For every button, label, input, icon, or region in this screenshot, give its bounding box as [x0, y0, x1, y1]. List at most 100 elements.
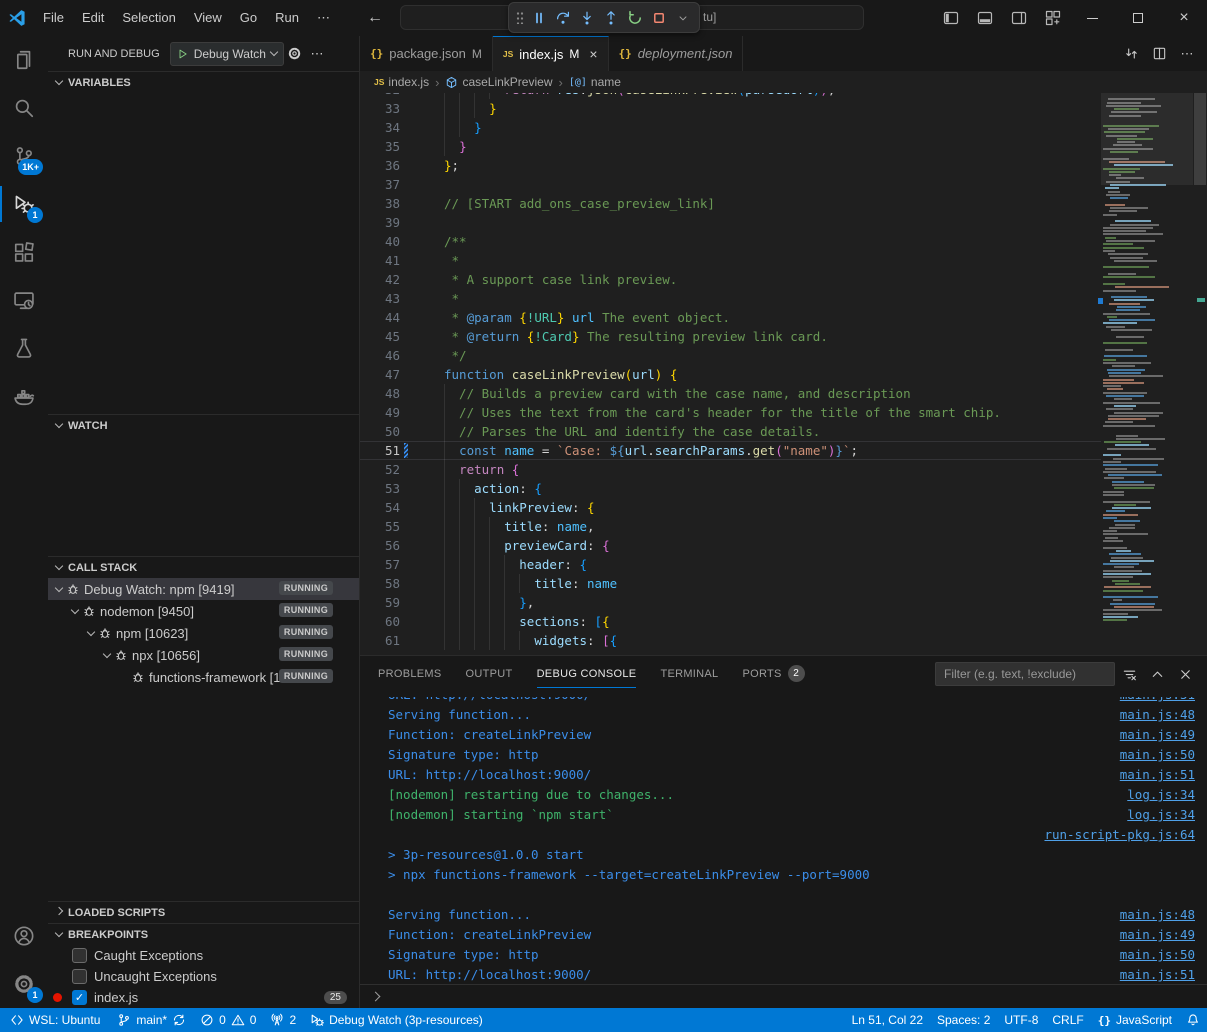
callstack-session[interactable]: npx [10656]RUNNING — [48, 644, 359, 666]
activity-docker[interactable] — [0, 372, 48, 420]
line-number[interactable]: 49 — [360, 403, 400, 422]
code-line-40[interactable]: 40/** — [360, 232, 1101, 251]
notifications[interactable] — [1179, 1008, 1207, 1032]
call-stack-section-header[interactable]: CALL STACK — [48, 556, 359, 578]
console-source-link[interactable]: log.js:34 — [1127, 785, 1195, 805]
code-line-49[interactable]: 49 // Uses the text from the card's head… — [360, 403, 1101, 422]
breakpoint-checkbox[interactable] — [72, 969, 87, 984]
breadcrumb-item-index.js[interactable]: JSindex.js — [374, 75, 429, 89]
stop-dropdown-button[interactable] — [671, 5, 695, 30]
code-line-41[interactable]: 41 * — [360, 251, 1101, 270]
customize-layout-icon[interactable] — [1039, 5, 1067, 31]
line-number[interactable]: 55 — [360, 517, 400, 536]
code-line-50[interactable]: 50 // Parses the URL and identify the ca… — [360, 422, 1101, 441]
code-line-55[interactable]: 55 title: name, — [360, 517, 1101, 536]
code-line-47[interactable]: 47function caseLinkPreview(url) { — [360, 365, 1101, 384]
variables-section-header[interactable]: VARIABLES — [48, 71, 359, 93]
line-number[interactable]: 34 — [360, 118, 400, 137]
maximize-button[interactable] — [1115, 0, 1161, 36]
line-number[interactable]: 39 — [360, 213, 400, 232]
line-number[interactable]: 35 — [360, 137, 400, 156]
eol[interactable]: CRLF — [1045, 1008, 1090, 1032]
language-mode[interactable]: {}JavaScript — [1091, 1008, 1179, 1032]
toggle-panel-icon[interactable] — [971, 5, 999, 31]
breakpoints-section-header[interactable]: BREAKPOINTS — [48, 923, 359, 945]
line-number[interactable]: 60 — [360, 612, 400, 631]
close-panel-icon[interactable] — [1173, 662, 1197, 686]
clear-filter-icon[interactable] — [1117, 662, 1141, 686]
console-source-link[interactable]: log.js:34 — [1127, 805, 1195, 825]
line-number[interactable]: 44 — [360, 308, 400, 327]
callstack-session[interactable]: Debug Watch: npm [9419]RUNNING — [48, 578, 359, 600]
activity-remote-explorer[interactable] — [0, 276, 48, 324]
menu-go[interactable]: Go — [231, 5, 266, 31]
breakpoint-row[interactable]: Uncaught Exceptions — [48, 966, 359, 987]
line-number[interactable]: 33 — [360, 99, 400, 118]
code-line-44[interactable]: 44 * @param {!URL} url The event object. — [360, 308, 1101, 327]
sidebar-more-actions-icon[interactable]: ⋯ — [306, 43, 328, 65]
encoding[interactable]: UTF-8 — [997, 1008, 1045, 1032]
console-source-link[interactable]: main.js:51 — [1120, 965, 1195, 985]
close-button[interactable]: × — [1161, 0, 1207, 36]
panel-tab-terminal[interactable]: TERMINAL — [660, 656, 718, 691]
code-line-37[interactable]: 37 — [360, 175, 1101, 194]
code-line-56[interactable]: 56 previewCard: { — [360, 536, 1101, 555]
console-source-link[interactable]: main.js:48 — [1120, 705, 1195, 725]
line-number[interactable]: 47 — [360, 365, 400, 384]
line-number[interactable]: 52 — [360, 460, 400, 479]
breakpoint-row[interactable]: ✓index.js25 — [48, 987, 359, 1008]
activity-run-and-debug[interactable]: 1 — [0, 180, 48, 228]
code-line-58[interactable]: 58 title: name — [360, 574, 1101, 593]
line-number[interactable]: 59 — [360, 593, 400, 612]
code-line-36[interactable]: 36}; — [360, 156, 1101, 175]
code-line-59[interactable]: 59 }, — [360, 593, 1101, 612]
callstack-session[interactable]: nodemon [9450]RUNNING — [48, 600, 359, 622]
activity-search[interactable] — [0, 84, 48, 132]
code-line-33[interactable]: 33 } — [360, 99, 1101, 118]
line-number[interactable]: 42 — [360, 270, 400, 289]
line-number[interactable]: 61 — [360, 631, 400, 650]
activity-source-control[interactable]: 1K+ — [0, 132, 48, 180]
ports-status[interactable]: 2 — [263, 1008, 303, 1032]
line-number[interactable]: 50 — [360, 422, 400, 441]
activity-extensions[interactable] — [0, 228, 48, 276]
line-number[interactable]: 38 — [360, 194, 400, 213]
close-icon[interactable]: × — [589, 46, 597, 62]
callstack-session[interactable]: npm [10623]RUNNING — [48, 622, 359, 644]
code-line-52[interactable]: 52 return { — [360, 460, 1101, 479]
stop-button[interactable] — [647, 5, 671, 30]
code-line-60[interactable]: 60 sections: [{ — [360, 612, 1101, 631]
code-line-39[interactable]: 39 — [360, 213, 1101, 232]
line-number[interactable]: 56 — [360, 536, 400, 555]
line-number[interactable]: 53 — [360, 479, 400, 498]
code-line-48[interactable]: 48 // Builds a preview card with the cas… — [360, 384, 1101, 403]
launch-config-dropdown[interactable]: Debug Watch — [170, 42, 284, 66]
pause-button[interactable] — [527, 5, 551, 30]
console-input[interactable] — [360, 984, 1207, 1008]
problems-status[interactable]: 00 — [193, 1008, 263, 1032]
code-line-57[interactable]: 57 header: { — [360, 555, 1101, 574]
code-line-45[interactable]: 45 * @return {!Card} The resulting previ… — [360, 327, 1101, 346]
line-number[interactable]: 40 — [360, 232, 400, 251]
callstack-session[interactable]: functions-framework [106...RUNNING — [48, 666, 359, 688]
step-into-button[interactable] — [575, 5, 599, 30]
maximize-panel-icon[interactable] — [1145, 662, 1169, 686]
console-source-link[interactable]: main.js:50 — [1120, 745, 1195, 765]
debug-settings-gear-icon[interactable] — [284, 43, 306, 65]
console-source-link[interactable]: main.js:48 — [1120, 905, 1195, 925]
menu-edit[interactable]: Edit — [73, 5, 113, 31]
code-line-51[interactable]: 51 const name = `Case: ${url.searchParam… — [360, 441, 1101, 460]
branch-status[interactable]: main* — [110, 1008, 193, 1032]
activity-testing[interactable] — [0, 324, 48, 372]
scrollbar-thumb[interactable] — [1194, 93, 1206, 185]
code-line-54[interactable]: 54 linkPreview: { — [360, 498, 1101, 517]
breadcrumb-item-caseLinkPreview[interactable]: caseLinkPreview — [445, 75, 552, 89]
tab-index-js[interactable]: JSindex.jsM× — [493, 36, 609, 71]
menu-file[interactable]: File — [34, 5, 73, 31]
console-source-link[interactable]: main.js:51 — [1120, 765, 1195, 785]
menu-selection[interactable]: Selection — [113, 5, 184, 31]
more-actions-icon[interactable]: ⋯ — [1175, 42, 1199, 66]
code-line-53[interactable]: 53 action: { — [360, 479, 1101, 498]
code-line-46[interactable]: 46 */ — [360, 346, 1101, 365]
console-source-link[interactable]: main.js:49 — [1120, 925, 1195, 945]
